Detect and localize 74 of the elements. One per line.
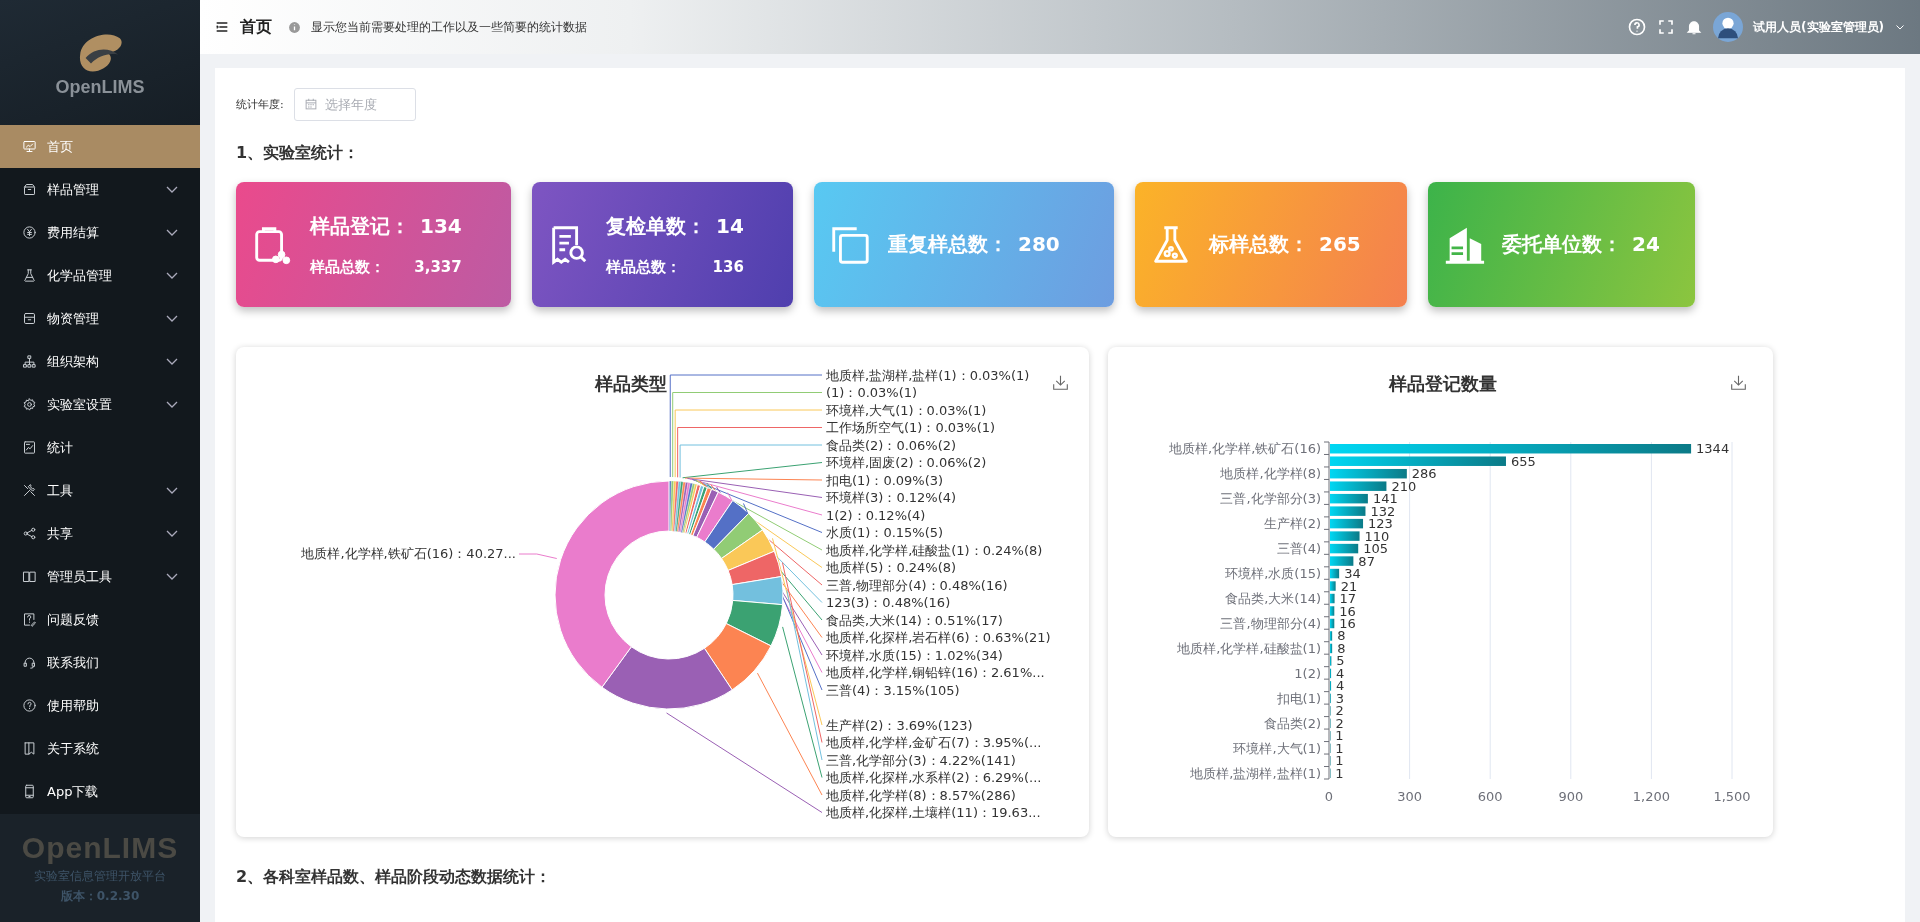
stat-value: 265 <box>1319 232 1361 256</box>
slice-label: 1(2)：0.12%(4) <box>826 507 926 523</box>
axis-label: 1(2) <box>1294 665 1321 681</box>
slice-label: 工作场所空气(1)：0.03%(1) <box>826 420 996 435</box>
slice-label: 环境样,水质(15)：1.02%(34) <box>826 647 1003 663</box>
stat-label: 重复样总数： <box>888 231 1008 258</box>
axis-label: 600 <box>1477 789 1503 804</box>
chart-title: 样品登记数量 <box>1389 373 1497 394</box>
slice-label: 食品类(2)：0.06%(2) <box>826 437 957 453</box>
stat-label: 标样总数： <box>1209 231 1309 258</box>
slice-label: 环境样(3)：0.12%(4) <box>826 490 957 505</box>
slice-label: 地质样,盐湖样,盐样(1)：0.03%(1) <box>826 367 1030 383</box>
slice-label: 123(3)：0.48%(16) <box>826 595 951 610</box>
slice-label: 三普,化学部分(3)：4.22%(141) <box>826 752 1016 768</box>
axis-label: 1,200 <box>1632 789 1670 804</box>
axis-label: 食品类,大米(14) <box>1225 591 1321 606</box>
stat-value: 134 <box>420 213 462 238</box>
version-text: 版本：0.2.30 <box>60 888 140 905</box>
section-heading: 2、各科室样品数、样品阶段动态数据统计： <box>236 867 553 888</box>
slice-label: 水质(1)：0.15%(5) <box>826 525 944 540</box>
slice-label: 地质样,化学样,铜铅锌(16)：2.61%... <box>826 665 1045 680</box>
axis-label: 地质样,化学样,硅酸盐(1) <box>1177 640 1321 656</box>
page-title: 首页 <box>240 16 272 38</box>
axis-label: 1,500 <box>1713 789 1751 804</box>
filter-label: 统计年度: <box>236 97 284 112</box>
axis-label: 环境样,水质(15) <box>1225 566 1321 582</box>
slice-label: 地质样,化探样,水系样(2)：6.29%(... <box>826 770 1042 785</box>
slice-label: 三普,物理部分(4)：0.48%(16) <box>826 577 1008 593</box>
stat-value: 3,337 <box>414 257 462 276</box>
axis-label: 地质样,化学样,铁矿石(16) <box>1169 441 1321 457</box>
stat-label: 样品登记： <box>310 212 410 240</box>
axis-label: 扣电(1) <box>1276 690 1321 706</box>
slice-label: 地质样,化学样,硅酸盐(1)：0.24%(8) <box>826 542 1043 558</box>
slice-label: 环境样,固废(2)：0.06%(2) <box>826 455 987 470</box>
slice-label: 环境样,大气(1)：0.03%(1) <box>826 402 987 418</box>
axis-label: 三普,物理部分(4) <box>1220 616 1321 631</box>
axis-label: 生产样(2) <box>1263 516 1321 532</box>
logo-text: OpenLIMS <box>55 77 145 98</box>
axis-label: 三普,化学部分(3) <box>1220 491 1321 507</box>
stat-label: 复检单数： <box>606 212 706 240</box>
axis-label: 食品类(2) <box>1263 715 1321 731</box>
slice-label: 地质样,化探样,岩石样(6)：0.63%(21) <box>826 630 1051 645</box>
section-heading: 1、实验室统计： <box>236 143 361 164</box>
axis-label: 地质样,盐湖样,盐样(1) <box>1190 765 1321 781</box>
axis-label: 环境样,大气(1) <box>1233 740 1321 756</box>
page-hint: 显示您当前需要处理的工作以及一些简要的统计数据 <box>311 18 587 36</box>
value-label: 655 <box>1511 453 1536 469</box>
axis-label: 三普(4) <box>1276 541 1321 557</box>
value-label: 16 <box>1339 603 1356 619</box>
slice-label: 地质样(5)：0.24%(8) <box>826 560 957 575</box>
stat-label: 委托单位数： <box>1502 231 1622 258</box>
chart-title: 样品类型 <box>595 373 667 394</box>
slice-label: 地质样,化探样,土壤样(11)：19.63... <box>826 805 1041 820</box>
slice-label: 食品类,大米(14)：0.51%(17) <box>826 612 1003 628</box>
slice-label: 三普(4)：3.15%(105) <box>826 682 960 698</box>
slice-label: 地质样,化学样(8)：8.57%(286) <box>826 787 1016 803</box>
axis-label: 0 <box>1324 789 1334 804</box>
slice-label: (1)：0.03%(1) <box>826 385 918 400</box>
axis-label: 300 <box>1397 789 1422 804</box>
value-label: 17 <box>1339 591 1357 606</box>
stat-value: 136 <box>712 257 744 276</box>
stat-label: 样品总数： <box>606 257 681 277</box>
slice-label: 地质样,化学样,铁矿石(16)：40.27... <box>301 546 516 561</box>
axis-label: 900 <box>1558 789 1584 804</box>
slice-label: 地质样,化学样,金矿石(7)：3.95%(... <box>826 735 1042 750</box>
stat-value: 24 <box>1632 232 1660 256</box>
axis-label: 地质样,化学样(8) <box>1220 466 1321 482</box>
stat-value: 280 <box>1018 232 1060 256</box>
value-label: 1344 <box>1696 441 1730 457</box>
slice-label: 扣电(1)：0.09%(3) <box>826 472 944 488</box>
value-label: 16 <box>1339 616 1356 631</box>
stat-value: 14 <box>716 213 744 238</box>
slice-label: 生产样(2)：3.69%(123) <box>826 717 973 733</box>
stat-label: 样品总数： <box>310 257 385 277</box>
